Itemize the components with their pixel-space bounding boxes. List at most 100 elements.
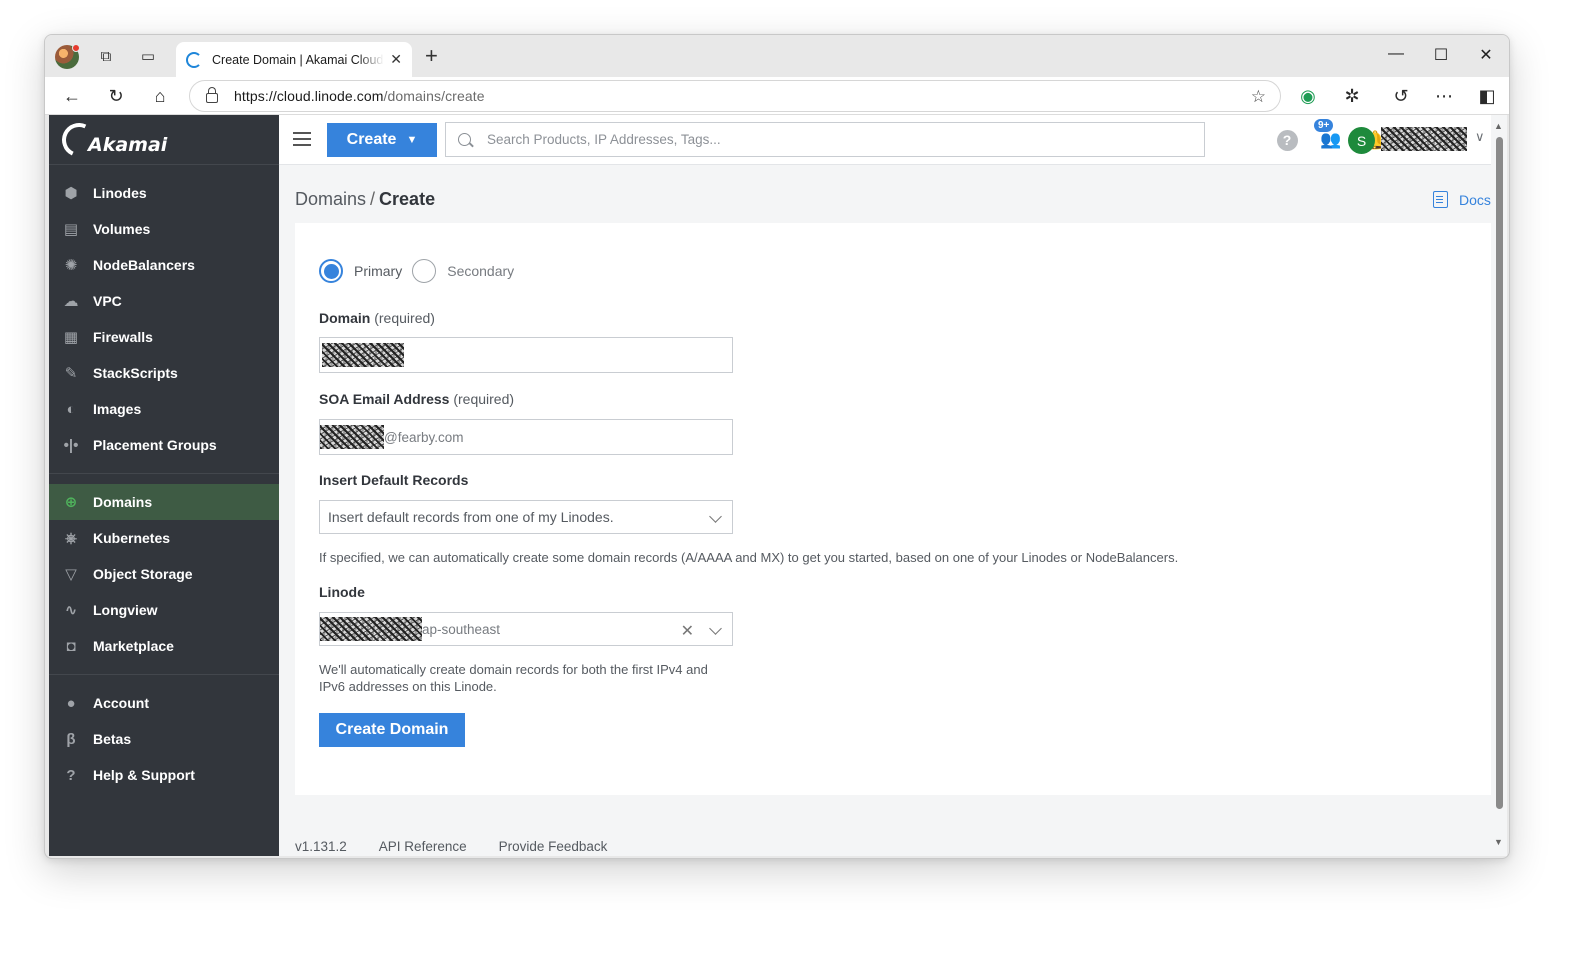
nodebalancer-icon: ✺ bbox=[64, 257, 78, 274]
breadcrumb: Domains / Create bbox=[295, 189, 436, 209]
version-text: v1.131.2 bbox=[295, 839, 347, 854]
chevron-down-icon: ▼ bbox=[406, 134, 418, 146]
sidebar-item-volumes[interactable]: ▤ Volumes bbox=[49, 211, 279, 247]
sidebar-group-compute: ⬢ Linodes ▤ Volumes ✺ NodeBalancers ☁ VPC ▦ F… bbox=[49, 165, 279, 474]
insert-default-records-select[interactable]: Insert default records from one of my Li… bbox=[319, 500, 733, 534]
home-icon[interactable]: ⌂ bbox=[148, 84, 172, 108]
globe-icon: ⊕ bbox=[64, 494, 78, 511]
radio-primary-label[interactable]: Primary bbox=[354, 263, 402, 279]
sidebar-item-nodebalancers[interactable]: ✺ NodeBalancers bbox=[49, 247, 279, 283]
scroll-thumb[interactable] bbox=[1496, 137, 1503, 809]
chevron-down-icon bbox=[709, 510, 722, 523]
search-input[interactable] bbox=[487, 132, 1187, 147]
insert-default-records-helper: If specified, we can automatically creat… bbox=[319, 550, 1179, 565]
history-icon[interactable]: ↺ bbox=[1389, 84, 1413, 108]
document-icon bbox=[1433, 191, 1448, 208]
akamai-favicon-icon bbox=[186, 51, 202, 68]
sidebar-item-stackscripts[interactable]: ✎ StackScripts bbox=[49, 355, 279, 391]
sidebar-item-kubernetes[interactable]: ⎈ Kubernetes bbox=[49, 520, 279, 556]
pulse-icon: ∿ bbox=[64, 602, 78, 619]
clear-selection-icon[interactable]: ✕ bbox=[681, 621, 694, 641]
browser-tab-active[interactable]: Create Domain | Akamai Cloud Manager ✕ bbox=[176, 42, 412, 77]
create-menu-button[interactable]: Create ▼ bbox=[327, 123, 437, 157]
help-circle-icon[interactable]: ? bbox=[1275, 128, 1299, 152]
placement-group-icon: •|• bbox=[63, 436, 79, 454]
search-bar bbox=[445, 122, 1205, 157]
top-menu-bar: Create▼ ? 👥 🔔 9+ S ∨ bbox=[279, 115, 1507, 165]
bucket-icon: ▽ bbox=[65, 566, 77, 583]
sidebar-group-services: ⊕ Domains ⎈ Kubernetes ▽ Object Storage ∿ Lo… bbox=[49, 474, 279, 675]
sidebar-item-images[interactable]: ◐ Images bbox=[49, 391, 279, 427]
sidebar-item-placement-groups[interactable]: •|• Placement Groups bbox=[49, 427, 279, 463]
address-bar[interactable]: https://cloud.linode.com/domains/create … bbox=[189, 80, 1281, 112]
more-options-icon[interactable]: ⋯ bbox=[1432, 84, 1456, 108]
reload-icon[interactable]: ↻ bbox=[104, 84, 128, 108]
user-menu-chevron-icon[interactable]: ∨ bbox=[1475, 129, 1485, 145]
sidebar-item-account[interactable]: ● Account bbox=[49, 685, 279, 721]
tab-strip: ⧉ ▭ Create Domain | Akamai Cloud Manager… bbox=[45, 35, 1509, 77]
grammarly-extension-icon[interactable]: ◉ bbox=[1296, 84, 1320, 108]
sidebar-item-linodes[interactable]: ⬢ Linodes bbox=[49, 175, 279, 211]
scroll-down-icon[interactable]: ▼ bbox=[1494, 837, 1503, 847]
domain-field-label: Domain (required) bbox=[319, 310, 435, 326]
insert-default-records-label: Insert Default Records bbox=[319, 472, 469, 488]
extensions-icon[interactable]: ✲ bbox=[1340, 84, 1364, 108]
sidebar-item-betas[interactable]: β Betas bbox=[49, 721, 279, 757]
sidebar-item-longview[interactable]: ∿ Longview bbox=[49, 592, 279, 628]
lock-icon bbox=[206, 87, 218, 103]
sidebar-item-firewalls[interactable]: ▦ Firewalls bbox=[49, 319, 279, 355]
linode-field-label: Linode bbox=[319, 584, 365, 600]
breadcrumb-domains-link[interactable]: Domains bbox=[295, 189, 366, 209]
domain-input[interactable] bbox=[319, 337, 733, 373]
vertical-tabs-icon[interactable]: ▭ bbox=[138, 46, 158, 66]
domain-type-radio-group: Primary Secondary bbox=[319, 259, 524, 283]
user-avatar[interactable]: S bbox=[1348, 127, 1375, 154]
provide-feedback-link[interactable]: Provide Feedback bbox=[499, 839, 608, 854]
page-scrollbar[interactable]: ▲ ▼ bbox=[1491, 115, 1507, 856]
new-tab-icon[interactable]: + bbox=[425, 45, 438, 67]
sidebar-toggle-icon[interactable]: ◧ bbox=[1475, 84, 1499, 108]
cloud-manager-app: Akamai ⬢ Linodes ▤ Volumes ✺ NodeBalancers … bbox=[49, 115, 1507, 856]
sidebar-group-account: ● Account β Betas ? Help & Support bbox=[49, 675, 279, 803]
url-text: https://cloud.linode.com/domains/create bbox=[234, 88, 485, 104]
soa-email-field-label: SOA Email Address (required) bbox=[319, 391, 515, 407]
create-domain-button[interactable]: Create Domain bbox=[319, 713, 465, 747]
hamburger-menu-icon[interactable] bbox=[293, 132, 311, 146]
sidebar: Akamai ⬢ Linodes ▤ Volumes ✺ NodeBalancers … bbox=[49, 115, 279, 856]
username-redacted[interactable] bbox=[1381, 127, 1467, 151]
browser-toolbar: ← ↻ ⌂ https://cloud.linode.com/domains/c… bbox=[45, 77, 1509, 115]
radio-secondary[interactable] bbox=[412, 259, 437, 283]
help-icon: ? bbox=[66, 766, 76, 784]
sidebar-item-help-support[interactable]: ? Help & Support bbox=[49, 757, 279, 793]
sidebar-item-domains[interactable]: ⊕ Domains bbox=[49, 484, 279, 520]
radio-secondary-label[interactable]: Secondary bbox=[447, 263, 514, 279]
person-icon: ● bbox=[66, 694, 76, 712]
sidebar-item-marketplace[interactable]: ◘ Marketplace bbox=[49, 628, 279, 664]
sidebar-item-object-storage[interactable]: ▽ Object Storage bbox=[49, 556, 279, 592]
api-reference-link[interactable]: API Reference bbox=[379, 839, 467, 854]
beta-icon: β bbox=[66, 730, 76, 748]
linode-helper: We'll automatically create domain record… bbox=[319, 662, 708, 694]
page-title: Create bbox=[379, 189, 436, 209]
linode-select[interactable]: ap-southeast ✕ bbox=[319, 612, 733, 646]
sidebar-item-vpc[interactable]: ☁ VPC bbox=[49, 283, 279, 319]
collections-icon[interactable]: ⧉ bbox=[96, 46, 116, 66]
maximize-icon[interactable]: ☐ bbox=[1426, 45, 1456, 65]
favorite-star-icon[interactable]: ☆ bbox=[1251, 87, 1266, 107]
docs-link[interactable]: Docs bbox=[1433, 191, 1491, 208]
chevron-down-icon[interactable] bbox=[709, 622, 722, 635]
back-icon[interactable]: ← bbox=[60, 84, 84, 108]
close-window-icon[interactable]: ✕ bbox=[1471, 45, 1501, 65]
soa-email-input[interactable]: @fearby.com bbox=[319, 419, 733, 455]
vpc-icon: ☁ bbox=[63, 293, 79, 310]
domain-value-redacted bbox=[322, 343, 404, 367]
minimize-icon[interactable]: — bbox=[1381, 45, 1411, 63]
radio-primary[interactable] bbox=[319, 259, 343, 283]
scroll-up-icon[interactable]: ▲ bbox=[1494, 121, 1503, 131]
stackscript-icon: ✎ bbox=[64, 365, 78, 382]
tab-close-icon[interactable]: ✕ bbox=[390, 51, 402, 68]
browser-window: ⧉ ▭ Create Domain | Akamai Cloud Manager… bbox=[44, 34, 1510, 859]
soa-email-redacted bbox=[320, 425, 384, 449]
kubernetes-icon: ⎈ bbox=[64, 529, 77, 547]
akamai-logo[interactable]: Akamai bbox=[49, 115, 279, 165]
